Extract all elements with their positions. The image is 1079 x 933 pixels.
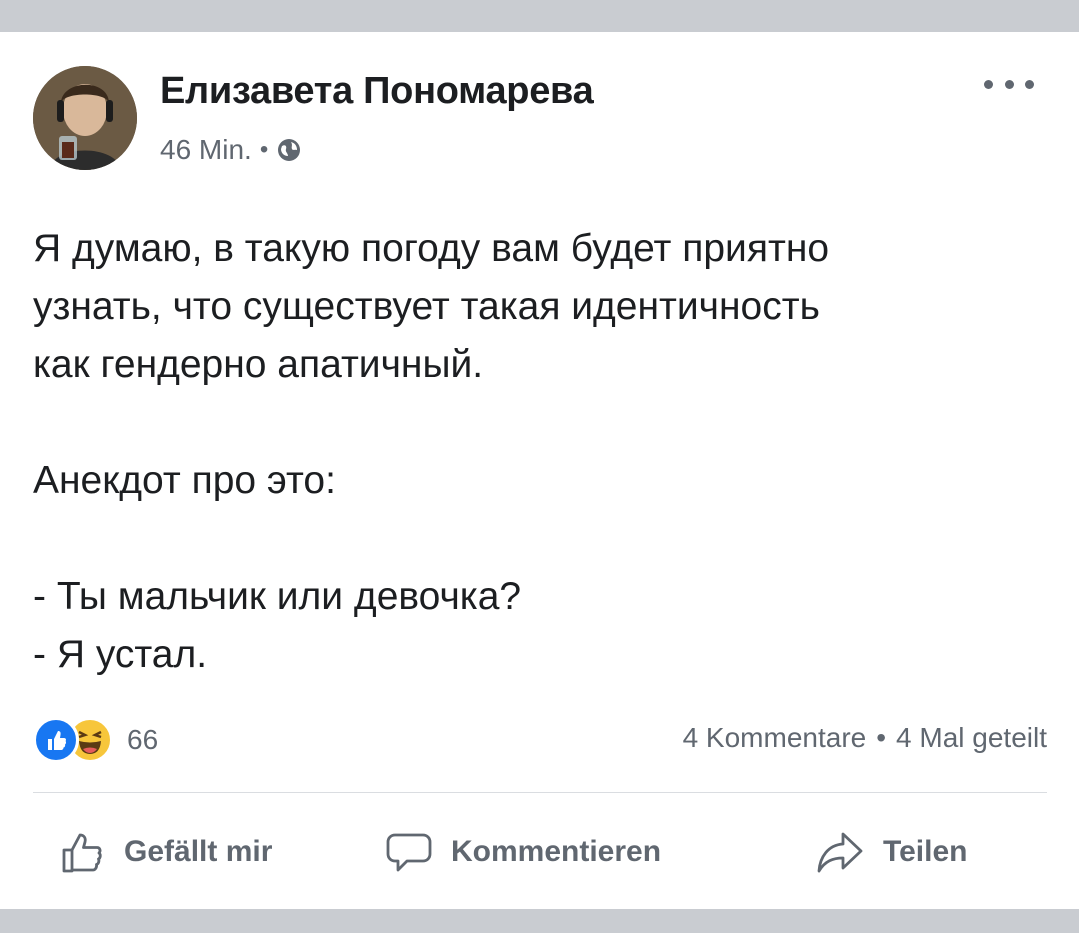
like-reaction-icon bbox=[33, 717, 79, 763]
post-time[interactable]: 46 Min. bbox=[160, 134, 252, 166]
comment-button[interactable]: Kommentieren bbox=[385, 822, 661, 882]
shares-count-link[interactable]: 4 Mal geteilt bbox=[896, 722, 1047, 754]
more-options-icon[interactable] bbox=[984, 72, 1034, 96]
comment-bubble-icon bbox=[386, 833, 432, 872]
share-button-label: Teilen bbox=[883, 835, 968, 868]
post-card: Елизавета Пономарева 46 Min. • Я думаю, … bbox=[0, 32, 1079, 909]
author-name[interactable]: Елизавета Пономарева bbox=[160, 70, 594, 113]
post-paragraph: - Ты мальчик или девочка? - Я устал. bbox=[33, 575, 522, 676]
post-paragraph: Я думаю, в такую погоду вам будет приятн… bbox=[33, 227, 830, 386]
meta-separator: • bbox=[259, 136, 269, 163]
globe-icon[interactable] bbox=[276, 137, 302, 163]
comment-button-label: Kommentieren bbox=[451, 835, 662, 868]
post-body: Я думаю, в такую погоду вам будет приятн… bbox=[33, 220, 1043, 684]
thumbs-up-icon bbox=[62, 833, 102, 873]
post-meta: 46 Min. • bbox=[160, 134, 302, 166]
avatar[interactable] bbox=[33, 66, 137, 170]
share-arrow-icon bbox=[817, 832, 863, 873]
comments-count-link[interactable]: 4 Kommentare bbox=[683, 722, 867, 754]
divider bbox=[33, 792, 1047, 793]
action-bar: Gefällt mir Kommentieren Teilen bbox=[0, 822, 1079, 882]
like-button[interactable]: Gefällt mir bbox=[60, 822, 272, 882]
reaction-count: 66 bbox=[127, 724, 159, 755]
post-stats: 4 Kommentare • 4 Mal geteilt bbox=[683, 722, 1047, 754]
share-button[interactable]: Teilen bbox=[815, 822, 967, 882]
like-button-label: Gefällt mir bbox=[124, 835, 273, 868]
post-paragraph: Анекдот про это: bbox=[33, 459, 336, 502]
reactions-summary[interactable]: 66 bbox=[33, 717, 158, 763]
stats-separator: • bbox=[876, 722, 887, 753]
